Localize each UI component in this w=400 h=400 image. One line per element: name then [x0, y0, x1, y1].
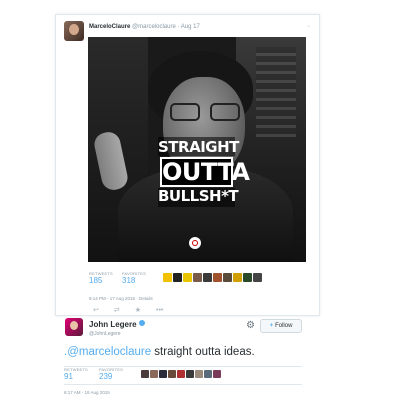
favoriter-avatars: [163, 273, 262, 283]
tweet-card-marceloclaure: MarceloClaure @marceloclaure · Aug 17 ⌄ …: [55, 14, 320, 316]
follow-plus-icon: +: [269, 323, 274, 329]
meme-line-1: STRAIGHT: [158, 137, 239, 156]
more-icon[interactable]: •••: [156, 307, 163, 315]
retweet-icon[interactable]: ⇄: [114, 307, 120, 315]
retweets-count: 91: [64, 372, 73, 381]
avatar[interactable]: [186, 370, 194, 378]
verified-badge-icon: [138, 320, 145, 326]
meme-line-3: BULLSH*T: [158, 187, 239, 207]
retweets-stat[interactable]: RETWEETS 91: [64, 367, 88, 381]
display-name[interactable]: MarceloClaure: [89, 24, 130, 30]
follow-label: Follow: [275, 323, 293, 329]
avatar[interactable]: [223, 273, 232, 282]
display-name-text[interactable]: John Legere: [89, 320, 137, 329]
avatar[interactable]: [193, 273, 202, 282]
chevron-down-icon[interactable]: ⌄: [306, 22, 311, 29]
avatar[interactable]: [233, 273, 242, 282]
handle-and-date[interactable]: @marceloclaure · Aug 17: [132, 24, 200, 30]
favoriter-avatars: [141, 370, 221, 379]
avatar[interactable]: [141, 370, 149, 378]
avatar[interactable]: [195, 370, 203, 378]
avatar[interactable]: [64, 21, 84, 41]
tweet-photo[interactable]: STRAIGHT OUTTA BULLSH*T: [88, 37, 306, 262]
retweets-stat[interactable]: RETWEETS 185: [89, 271, 113, 285]
avatar[interactable]: [203, 273, 212, 282]
meme-text: STRAIGHT OUTTA BULLSH*T: [158, 137, 250, 223]
tweet-timestamp[interactable]: 9:14 PM - 17 Aug 2015 · Details: [89, 296, 153, 301]
avatar[interactable]: [159, 370, 167, 378]
tweet-header: MarceloClaure @marceloclaure · Aug 17: [89, 23, 200, 31]
retweets-count: 185: [89, 276, 103, 285]
avatar[interactable]: [243, 273, 252, 282]
avatar[interactable]: [168, 370, 176, 378]
meme-line-2: OUTTA: [160, 157, 250, 187]
gear-icon[interactable]: ⚙: [246, 320, 255, 331]
avatar[interactable]: [163, 273, 172, 282]
display-name[interactable]: John Legere: [89, 320, 145, 329]
tweet-text: .@marceloclaure straight outta ideas.: [64, 346, 255, 358]
reply-icon[interactable]: ↩: [93, 307, 99, 315]
follow-button[interactable]: + Follow: [260, 319, 302, 333]
mention-link[interactable]: .@marceloclaure: [64, 346, 151, 358]
avatar[interactable]: [173, 273, 182, 282]
avatar[interactable]: [150, 370, 158, 378]
avatar[interactable]: [177, 370, 185, 378]
avatar[interactable]: [65, 318, 83, 336]
divider: [64, 384, 302, 385]
photo-background-lights: [256, 47, 296, 137]
favorite-icon[interactable]: ★: [135, 307, 141, 315]
avatar[interactable]: [183, 273, 192, 282]
tweet-actions: ↩ ⇄ ★ •••: [93, 307, 163, 315]
favorites-count: 318: [122, 276, 136, 285]
handle[interactable]: @JohnLegere: [89, 331, 121, 337]
tweet-text-body: straight outta ideas.: [151, 346, 255, 358]
beats-logo-icon: [189, 237, 201, 249]
glasses: [170, 103, 240, 121]
favorites-stat[interactable]: FAVORITES 318: [122, 271, 146, 285]
favorites-stat[interactable]: FAVORITES 239: [99, 367, 123, 381]
avatar[interactable]: [213, 370, 221, 378]
avatar[interactable]: [253, 273, 262, 282]
tweet-timestamp[interactable]: 6:17 AM - 18 Aug 2015: [64, 390, 110, 395]
avatar[interactable]: [204, 370, 212, 378]
avatar[interactable]: [213, 273, 222, 282]
favorites-count: 239: [99, 372, 113, 381]
